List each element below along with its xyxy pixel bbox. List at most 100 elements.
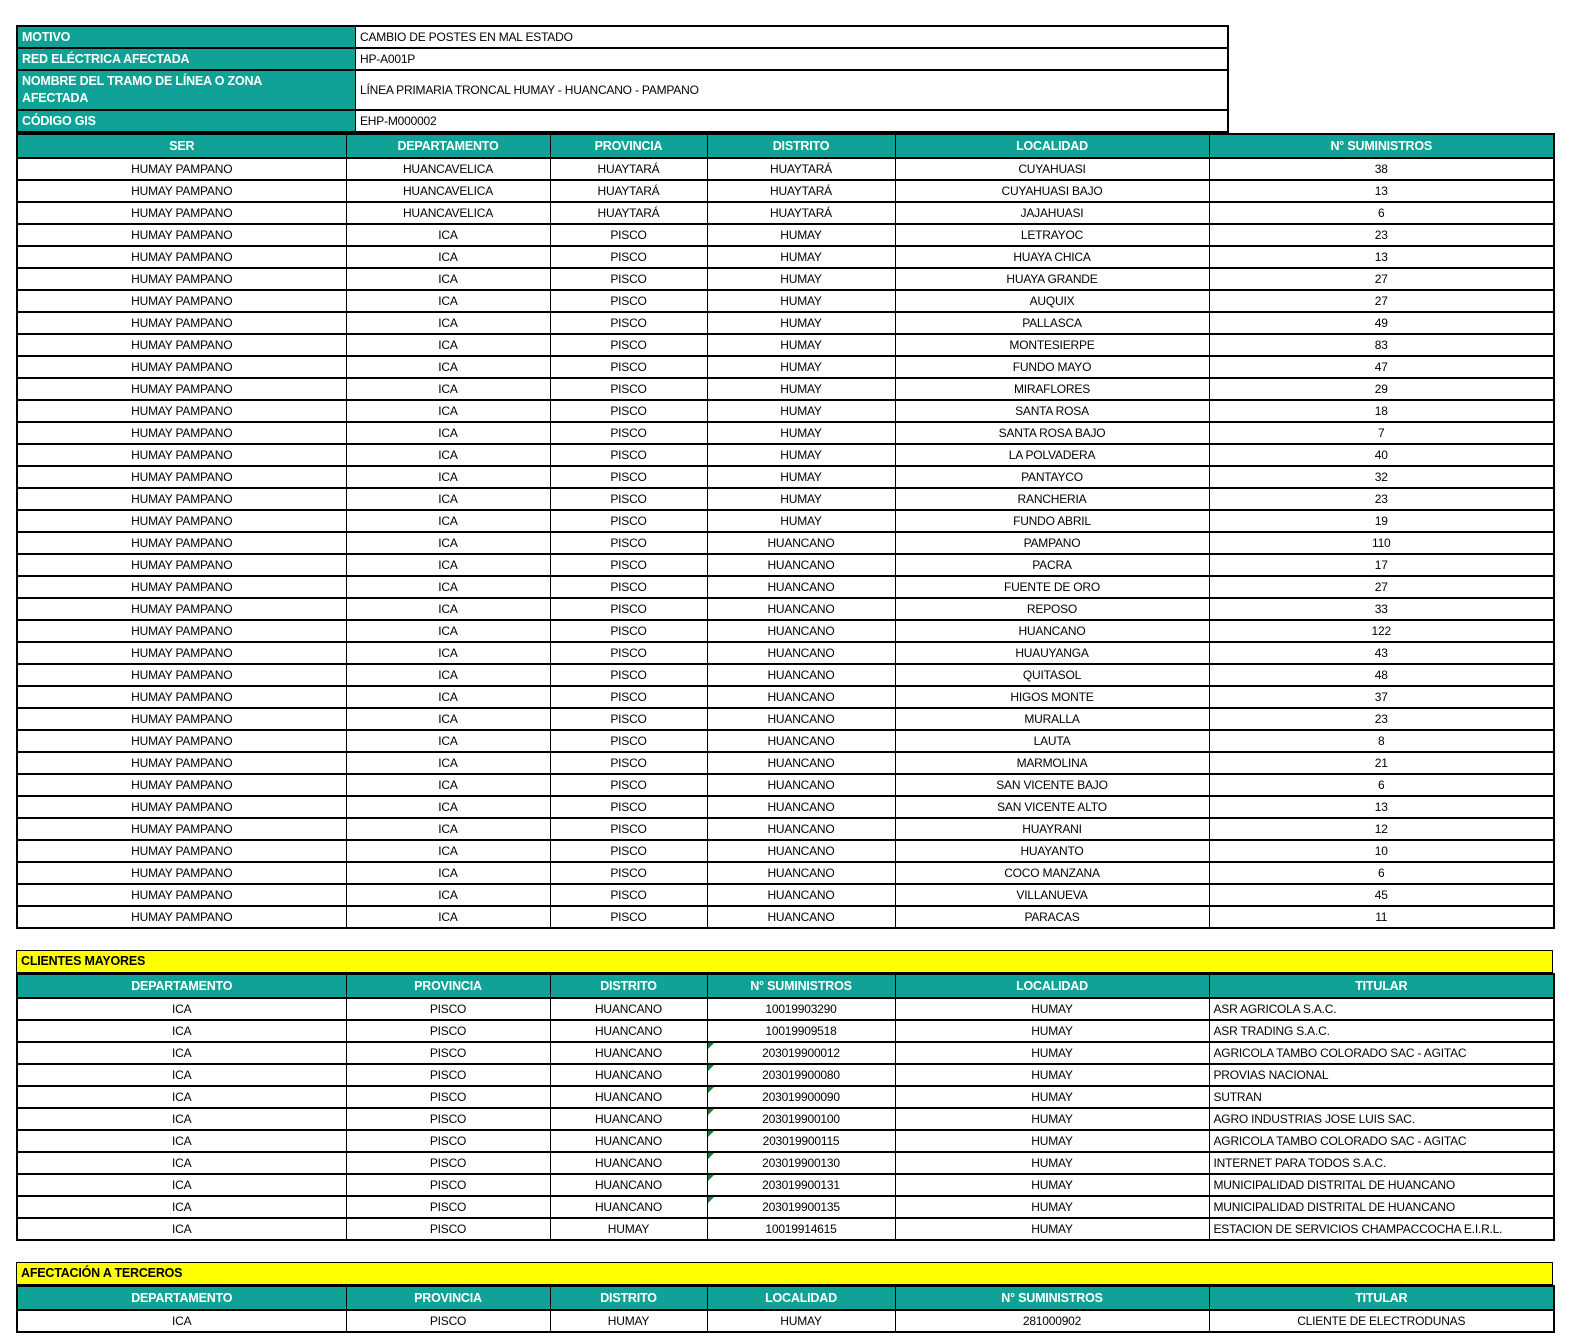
cell: HUMAY: [707, 290, 895, 312]
cell: HUAYTARÁ: [550, 158, 707, 180]
cell: HUMAY: [707, 444, 895, 466]
cell: PISCO: [550, 510, 707, 532]
table-row: ICAPISCOHUANCANO203019900115HUMAYAGRICOL…: [17, 1130, 1554, 1152]
cell: ICA: [346, 290, 550, 312]
cell: HUANCANO: [707, 818, 895, 840]
table-row: HUMAY PAMPANOICAPISCOHUANCANOCOCO MANZAN…: [17, 862, 1554, 884]
cell: 23: [1209, 708, 1554, 730]
cell: SAN VICENTE ALTO: [895, 796, 1209, 818]
cell: HUANCANO: [707, 554, 895, 576]
cell: HUMAY PAMPANO: [17, 796, 346, 818]
table-row: HUMAY PAMPANOICAPISCOHUANCANOSAN VICENTE…: [17, 774, 1554, 796]
cell: ICA: [346, 796, 550, 818]
cell: ICA: [346, 664, 550, 686]
cell: PISCO: [550, 906, 707, 928]
cell: ICA: [346, 598, 550, 620]
table-row: HUMAY PAMPANOICAPISCOHUMAYAUQUIX27: [17, 290, 1554, 312]
cell: 27: [1209, 268, 1554, 290]
cell: MARMOLINA: [895, 752, 1209, 774]
column-header: N° SUMINISTROS: [895, 1286, 1209, 1310]
cell: HUMAY: [707, 224, 895, 246]
cell: 43: [1209, 642, 1554, 664]
table-row: ICAPISCOHUANCANO10019909518HUMAYASR TRAD…: [17, 1020, 1554, 1042]
cell: HUANCANO: [550, 998, 707, 1020]
cell: HUANCANO: [707, 796, 895, 818]
cell: AGRO INDUSTRIAS JOSE LUIS SAC.: [1209, 1108, 1554, 1130]
cell: 203019900012: [707, 1042, 895, 1064]
cell: 203019900090: [707, 1086, 895, 1108]
cell: CUYAHUASI BAJO: [895, 180, 1209, 202]
cell: 40: [1209, 444, 1554, 466]
cell: 10019903290: [707, 998, 895, 1020]
cell: HUMAY PAMPANO: [17, 180, 346, 202]
cell: PISCO: [550, 488, 707, 510]
cell: PISCO: [550, 444, 707, 466]
table-row: HUMAY PAMPANOICAPISCOHUANCANOHUANCANO122: [17, 620, 1554, 642]
cell: FUENTE DE ORO: [895, 576, 1209, 598]
cell: ICA: [17, 1042, 346, 1064]
cell: 13: [1209, 796, 1554, 818]
cell: 45: [1209, 884, 1554, 906]
cell: ICA: [346, 466, 550, 488]
cell: PISCO: [550, 774, 707, 796]
afectacion-terceros-header-row: DEPARTAMENTOPROVINCIADISTRITOLOCALIDADN°…: [17, 1286, 1554, 1310]
column-header: PROVINCIA: [346, 1286, 550, 1310]
cell: HUMAY: [707, 356, 895, 378]
table-row: HUMAY PAMPANOICAPISCOHUANCANOPACRA17: [17, 554, 1554, 576]
cell: 12: [1209, 818, 1554, 840]
cell: HUANCANO: [707, 884, 895, 906]
cell: HUMAY PAMPANO: [17, 906, 346, 928]
cell: HUAYA CHICA: [895, 246, 1209, 268]
cell: 122: [1209, 620, 1554, 642]
cell: HUMAY PAMPANO: [17, 708, 346, 730]
cell: PISCO: [346, 1218, 550, 1240]
table-row: HUMAY PAMPANOICAPISCOHUANCANOPAMPANO110: [17, 532, 1554, 554]
cell: HUANCANO: [707, 840, 895, 862]
cell: HUMAY PAMPANO: [17, 268, 346, 290]
column-header: DEPARTAMENTO: [17, 974, 346, 998]
localities-table: SERDEPARTAMENTOPROVINCIADISTRITOLOCALIDA…: [16, 133, 1555, 929]
table-row: HUMAY PAMPANOICAPISCOHUMAYFUNDO MAYO47: [17, 356, 1554, 378]
cell: HUMAY: [707, 268, 895, 290]
cell: ICA: [17, 1086, 346, 1108]
cell: PISCO: [550, 268, 707, 290]
cell: ICA: [346, 752, 550, 774]
spreadsheet-page: MOTIVO CAMBIO DE POSTES EN MAL ESTADO RE…: [0, 0, 1569, 1343]
cell: PISCO: [550, 818, 707, 840]
column-header: TITULAR: [1209, 1286, 1554, 1310]
cell: PISCO: [346, 1310, 550, 1332]
column-header: N° SUMINISTROS: [1209, 134, 1554, 158]
cell: ASR AGRICOLA S.A.C.: [1209, 998, 1554, 1020]
info-value-red-electrica: HP-A001P: [356, 48, 1229, 70]
table-row: ICAPISCOHUANCANO203019900012HUMAYAGRICOL…: [17, 1042, 1554, 1064]
cell: ICA: [346, 422, 550, 444]
cell: ICA: [17, 1108, 346, 1130]
cell: PISCO: [346, 1042, 550, 1064]
cell: ICA: [346, 224, 550, 246]
cell: HUMAY: [550, 1218, 707, 1240]
table-row: HUMAY PAMPANOICAPISCOHUANCANOHUAUYANGA43: [17, 642, 1554, 664]
afectacion-terceros-table-body: ICAPISCOHUMAYHUMAY281000902CLIENTE DE EL…: [17, 1310, 1554, 1332]
info-value-tramo-linea: LÍNEA PRIMARIA TRONCAL HUMAY - HUANCANO …: [356, 70, 1229, 110]
cell: COCO MANZANA: [895, 862, 1209, 884]
cell: HUMAY PAMPANO: [17, 862, 346, 884]
cell: 13: [1209, 246, 1554, 268]
cell: HUMAY PAMPANO: [17, 554, 346, 576]
cell: HUMAY PAMPANO: [17, 664, 346, 686]
cell: 110: [1209, 532, 1554, 554]
table-row: HUMAY PAMPANOICAPISCOHUANCANOQUITASOL48: [17, 664, 1554, 686]
table-row: HUMAY PAMPANOICAPISCOHUMAYRANCHERIA23: [17, 488, 1554, 510]
cell: HUMAY: [707, 312, 895, 334]
cell: PISCO: [346, 1152, 550, 1174]
clientes-mayores-table-body: ICAPISCOHUANCANO10019903290HUMAYASR AGRI…: [17, 998, 1554, 1240]
cell: ICA: [346, 268, 550, 290]
section-title-clientes-mayores: CLIENTES MAYORES: [16, 950, 1553, 973]
cell: HUANCANO: [550, 1020, 707, 1042]
cell: HUMAY: [895, 1086, 1209, 1108]
cell: HUMAY PAMPANO: [17, 884, 346, 906]
cell: 23: [1209, 488, 1554, 510]
cell: HUMAY PAMPANO: [17, 774, 346, 796]
cell: HUAYTARÁ: [550, 202, 707, 224]
cell: HUMAY PAMPANO: [17, 752, 346, 774]
cell: HUMAY PAMPANO: [17, 444, 346, 466]
